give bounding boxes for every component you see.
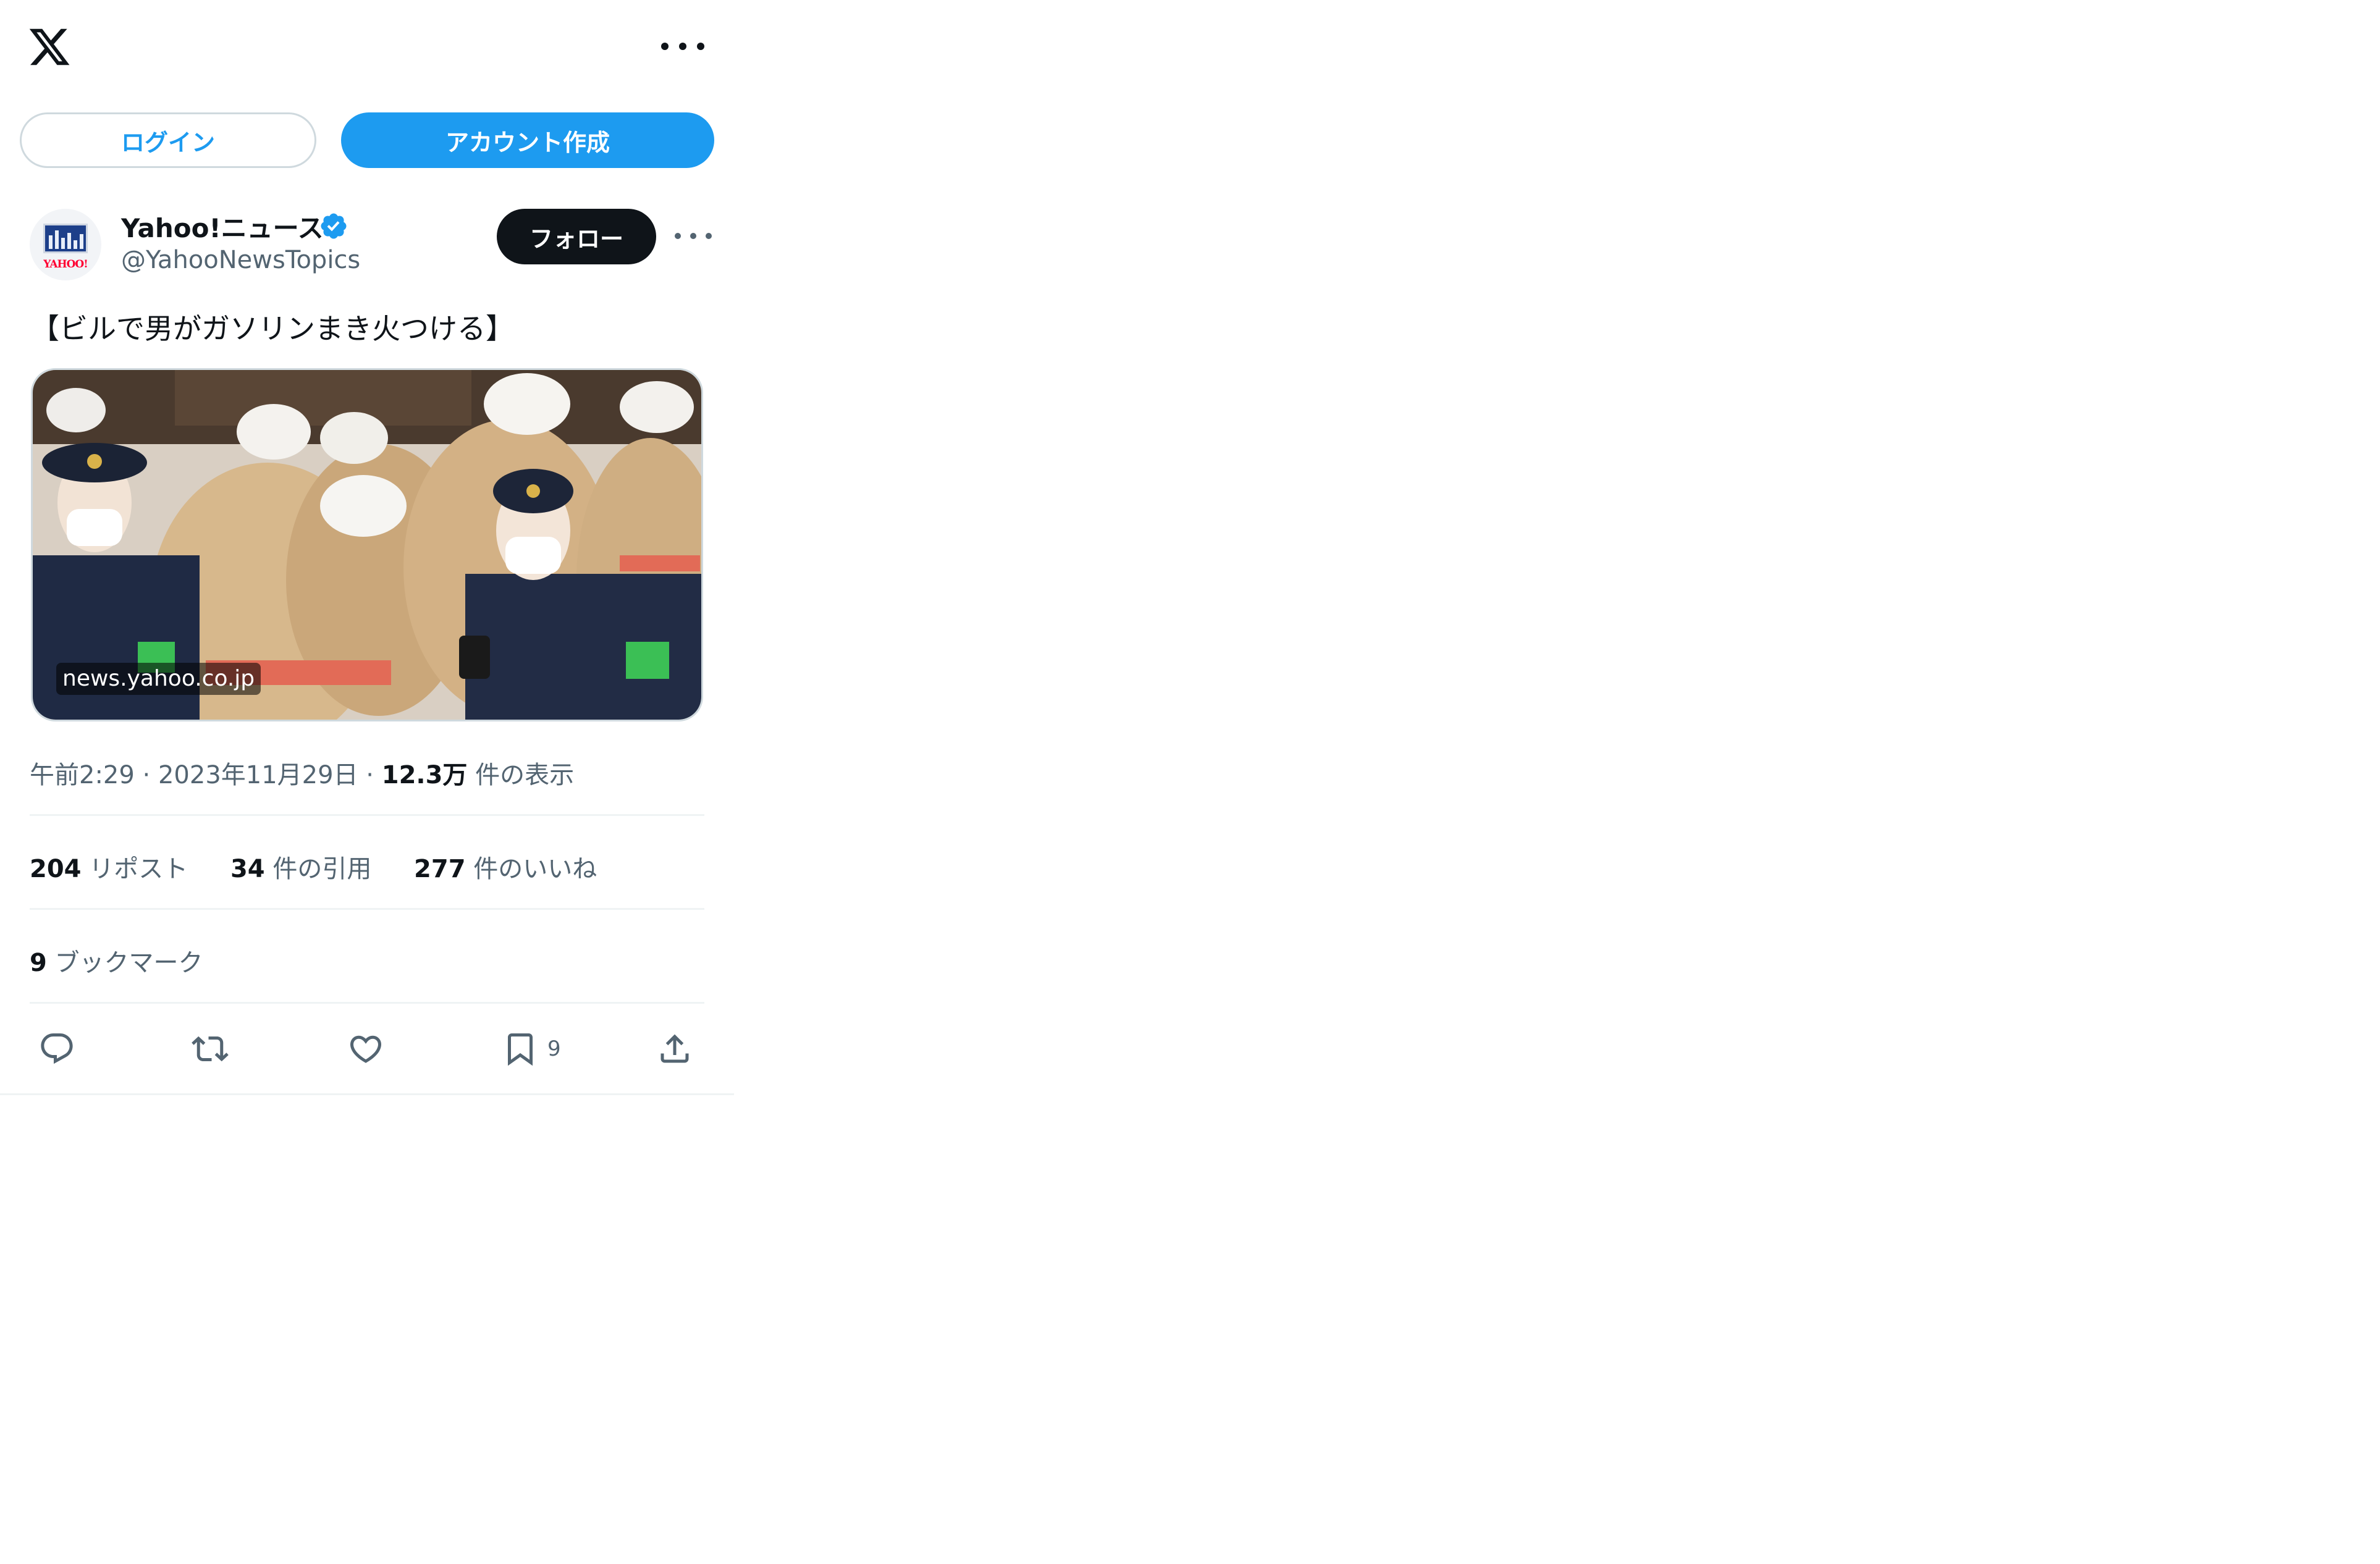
follow-button[interactable]: フォロー — [497, 209, 656, 264]
reply-button[interactable] — [38, 1029, 75, 1069]
stat-reposts[interactable]: 204 リポスト — [30, 855, 188, 883]
tweet-page: ログイン アカウント作成 YAHOO! Yahoo!ニュース @YahooNew… — [0, 0, 734, 1095]
retweet-icon — [192, 1036, 229, 1062]
bookmark-button[interactable]: 9 — [502, 1029, 561, 1069]
tweet-date[interactable]: 2023年11月29日 — [158, 761, 358, 789]
author-handle[interactable]: @YahooNewsTopics — [121, 246, 360, 274]
login-button[interactable]: ログイン — [20, 112, 316, 168]
avatar[interactable]: YAHOO! — [30, 209, 101, 280]
like-button[interactable] — [347, 1029, 384, 1069]
share-icon — [660, 1034, 689, 1063]
stat-bookmarks: 9 ブックマーク — [30, 949, 203, 977]
divider — [30, 908, 704, 910]
signup-button[interactable]: アカウント作成 — [341, 112, 714, 168]
reply-icon — [41, 1033, 73, 1064]
avatar-logo-text: YAHOO! — [43, 258, 88, 271]
tweet-meta: 午前2:29 · 2023年11月29日 · 12.3万 件の表示 — [30, 755, 574, 791]
meta-separator: · — [142, 761, 151, 789]
meta-separator: · — [366, 761, 374, 789]
views-count: 12.3万 — [381, 761, 468, 789]
stat-likes[interactable]: 277 件のいいね — [414, 855, 597, 883]
author-name[interactable]: Yahoo!ニュース — [121, 208, 324, 245]
divider — [30, 1002, 704, 1004]
verified-badge-icon — [319, 211, 348, 241]
heart-icon — [350, 1035, 382, 1063]
tweet-more-icon[interactable] — [675, 229, 712, 243]
share-button[interactable] — [656, 1029, 693, 1069]
x-logo-icon[interactable] — [27, 25, 72, 69]
media-domain-label: news.yahoo.co.jp — [56, 663, 261, 695]
tweet-text: 【ビルで男がガソリンまき火つける】 — [31, 312, 514, 345]
more-icon[interactable] — [661, 32, 704, 61]
tweet-media-card[interactable]: news.yahoo.co.jp — [31, 368, 703, 721]
tweet-time[interactable]: 午前2:29 — [30, 761, 135, 789]
retweet-button[interactable] — [192, 1029, 229, 1069]
stat-quotes[interactable]: 34 件の引用 — [230, 855, 371, 883]
divider — [30, 814, 704, 816]
bookmark-count: 9 — [547, 1036, 561, 1061]
bookmark-icon — [508, 1033, 533, 1066]
tweet-stats: 204 リポスト 34 件の引用 277 件のいいね — [30, 849, 631, 885]
views-label: 件の表示 — [475, 761, 575, 789]
